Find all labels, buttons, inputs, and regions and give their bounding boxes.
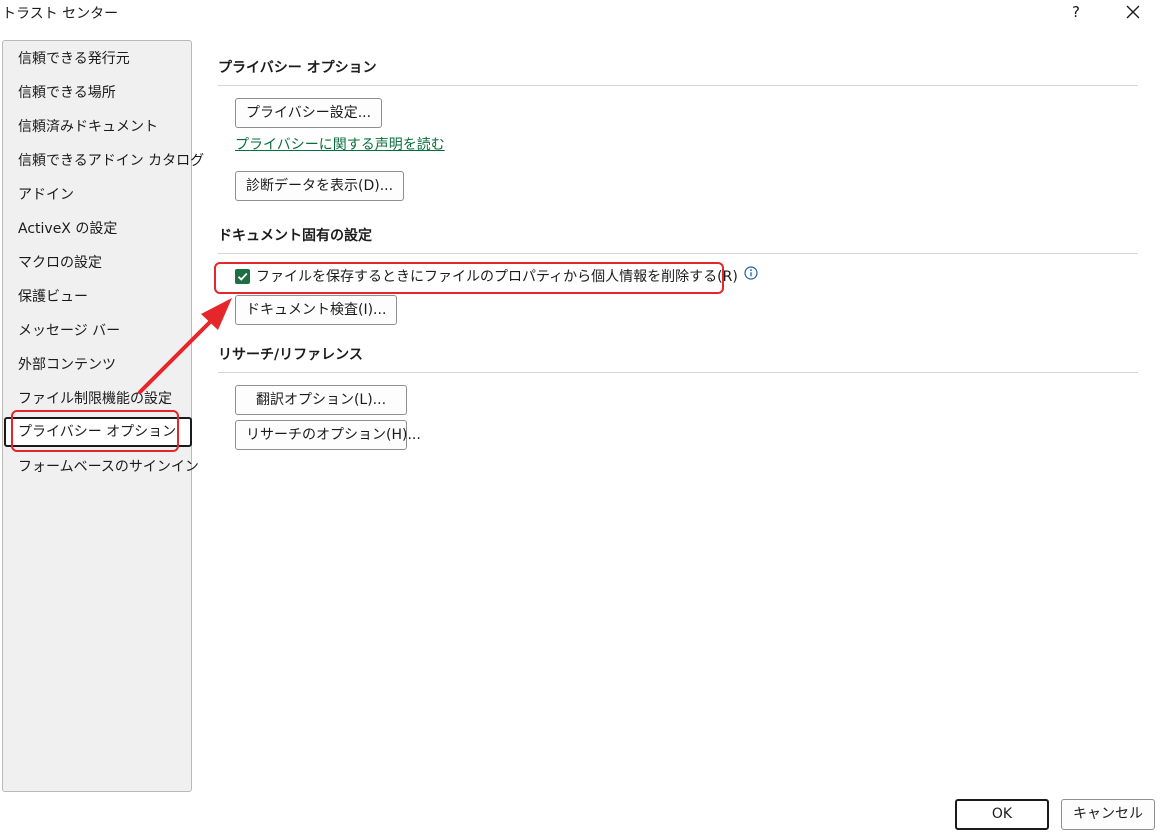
info-icon[interactable]: [744, 266, 758, 280]
title-bar: トラスト センター ?: [0, 0, 1160, 26]
sidebar-item-macro-settings[interactable]: マクロの設定: [4, 248, 192, 278]
remove-personal-info-checkbox[interactable]: [235, 268, 250, 284]
privacy-statement-link[interactable]: プライバシーに関する声明を読む: [235, 134, 445, 154]
research-options-button[interactable]: リサーチのオプション(H)...: [235, 420, 421, 450]
document-inspector-button[interactable]: ドキュメント検査(I)...: [235, 295, 398, 325]
sidebar-item-privacy-options[interactable]: プライバシー オプション: [4, 417, 192, 447]
remove-personal-info-label[interactable]: ファイルを保存するときにファイルのプロパティから個人情報を削除する(R): [256, 266, 738, 286]
document-section-divider: [218, 253, 1138, 254]
sidebar-item-file-block-settings[interactable]: ファイル制限機能の設定: [4, 384, 192, 414]
sidebar-item-external-content[interactable]: 外部コンテンツ: [4, 350, 192, 380]
privacy-settings-button[interactable]: プライバシー設定...: [235, 98, 383, 128]
sidebar-item-trusted-publishers[interactable]: 信頼できる発行元: [4, 44, 192, 74]
cancel-button[interactable]: キャンセル: [1061, 799, 1155, 830]
ok-button[interactable]: OK: [955, 799, 1049, 830]
document-section-title: ドキュメント固有の設定: [218, 228, 372, 244]
privacy-section-divider: [218, 85, 1138, 86]
research-section-title: リサーチ/リファレンス: [218, 347, 363, 363]
sidebar-item-trusted-addin-catalogs[interactable]: 信頼できるアドイン カタログ: [4, 146, 204, 176]
research-section-divider: [218, 372, 1138, 373]
help-button[interactable]: ?: [1066, 1, 1086, 23]
sidebar-item-trusted-locations[interactable]: 信頼できる場所: [4, 78, 192, 108]
privacy-section-title: プライバシー オプション: [218, 60, 377, 76]
sidebar-item-protected-view[interactable]: 保護ビュー: [4, 282, 192, 312]
sidebar-item-trusted-documents[interactable]: 信頼済みドキュメント: [4, 112, 192, 142]
sidebar-item-activex-settings[interactable]: ActiveX の設定: [4, 214, 192, 244]
close-button[interactable]: [1120, 0, 1146, 24]
translation-options-button[interactable]: 翻訳オプション(L)...: [235, 385, 407, 415]
trust-center-dialog: トラスト センター ? 信頼できる発行元 信頼できる場所 信頼済みドキュメント …: [0, 0, 1160, 839]
sidebar-item-message-bar[interactable]: メッセージ バー: [4, 316, 192, 346]
checkmark-icon: [237, 272, 248, 281]
diagnostic-data-button[interactable]: 診断データを表示(D)...: [235, 171, 405, 201]
sidebar-item-form-based-signin[interactable]: フォームベースのサインイン: [4, 452, 199, 482]
close-icon: [1126, 5, 1140, 19]
sidebar-item-addins[interactable]: アドイン: [4, 180, 192, 210]
sidebar-nav: 信頼できる発行元 信頼できる場所 信頼済みドキュメント 信頼できるアドイン カタ…: [2, 40, 204, 792]
remove-personal-info-option[interactable]: ファイルを保存するときにファイルのプロパティから個人情報を削除する(R): [235, 265, 758, 287]
dialog-title: トラスト センター: [2, 6, 119, 22]
